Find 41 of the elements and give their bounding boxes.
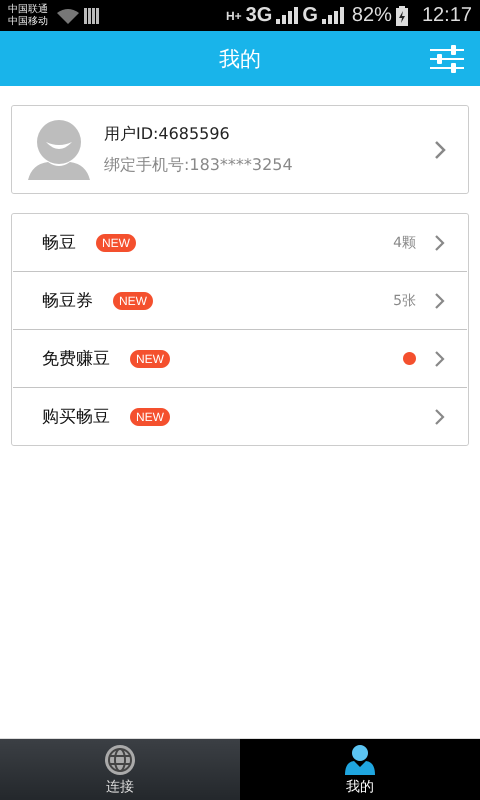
phone-number: 绑定手机号:183****3254 (104, 154, 294, 176)
menu-label: 免费赚豆 (42, 348, 110, 370)
wifi-icon (56, 6, 80, 24)
clock: 12:17 (422, 4, 472, 27)
new-badge: NEW (113, 292, 153, 310)
chevron-icon (434, 350, 445, 368)
menu-item[interactable]: 畅豆 NEW 4颗 (13, 214, 467, 271)
menu-label: 畅豆券 (42, 290, 93, 312)
user-id: 用户ID:4685596 (104, 124, 231, 144)
carrier-name: 中国联通 (8, 4, 48, 16)
page-title: 我的 (219, 46, 261, 72)
settings-icon[interactable] (430, 45, 464, 73)
battery-percent: 82% (352, 4, 392, 27)
new-badge: NEW (130, 350, 170, 368)
tab[interactable]: 我的 (240, 739, 480, 800)
signal-bars-icon (84, 6, 100, 24)
menu-item[interactable]: 畅豆券 NEW 5张 (13, 271, 467, 329)
menu-label: 购买畅豆 (42, 406, 110, 428)
globe-icon (104, 744, 136, 776)
network-type: G (302, 4, 318, 27)
carrier-name: 中国移动 (8, 16, 48, 28)
chevron-icon (434, 234, 445, 252)
network-type: 3G (246, 4, 272, 27)
user-icon (344, 744, 376, 776)
profile-card[interactable]: 用户ID:4685596 绑定手机号:183****3254 (11, 105, 469, 194)
new-badge: NEW (96, 234, 136, 252)
menu-label: 畅豆 (42, 232, 76, 254)
chevron-icon (434, 140, 446, 160)
chevron-icon (434, 408, 445, 426)
avatar-icon (28, 120, 90, 180)
signal-icon (322, 6, 344, 24)
new-badge: NEW (130, 408, 170, 426)
menu-count: 5张 (393, 292, 416, 310)
chevron-icon (434, 292, 445, 310)
tab[interactable]: 连接 (0, 739, 240, 800)
battery-icon (396, 6, 408, 26)
menu-count: 4颗 (393, 234, 416, 252)
signal-icon (276, 6, 298, 24)
network-type: H+ (226, 8, 242, 22)
menu-item[interactable]: 免费赚豆 NEW (13, 329, 467, 387)
menu-item[interactable]: 购买畅豆 NEW (13, 387, 467, 445)
